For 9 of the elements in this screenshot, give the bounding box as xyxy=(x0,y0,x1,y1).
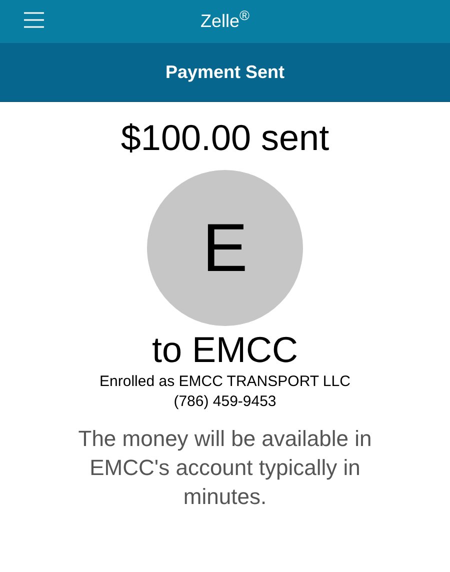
app-title: Zelle$^{®}$ xyxy=(200,8,250,33)
avatar-initial: E xyxy=(202,209,248,288)
availability-message: The money will be available in EMCC's account typically in minutes. xyxy=(77,425,373,511)
amount-sent: $100.00 sent xyxy=(120,116,330,160)
phone-number: (786) 459-9453 xyxy=(174,392,276,412)
menu-icon[interactable] xyxy=(24,12,44,28)
enrolled-name: Enrolled as EMCC TRANSPORT LLC xyxy=(100,372,350,392)
recipient-name: to EMCC xyxy=(152,328,298,372)
page-title: Payment Sent xyxy=(165,60,285,84)
